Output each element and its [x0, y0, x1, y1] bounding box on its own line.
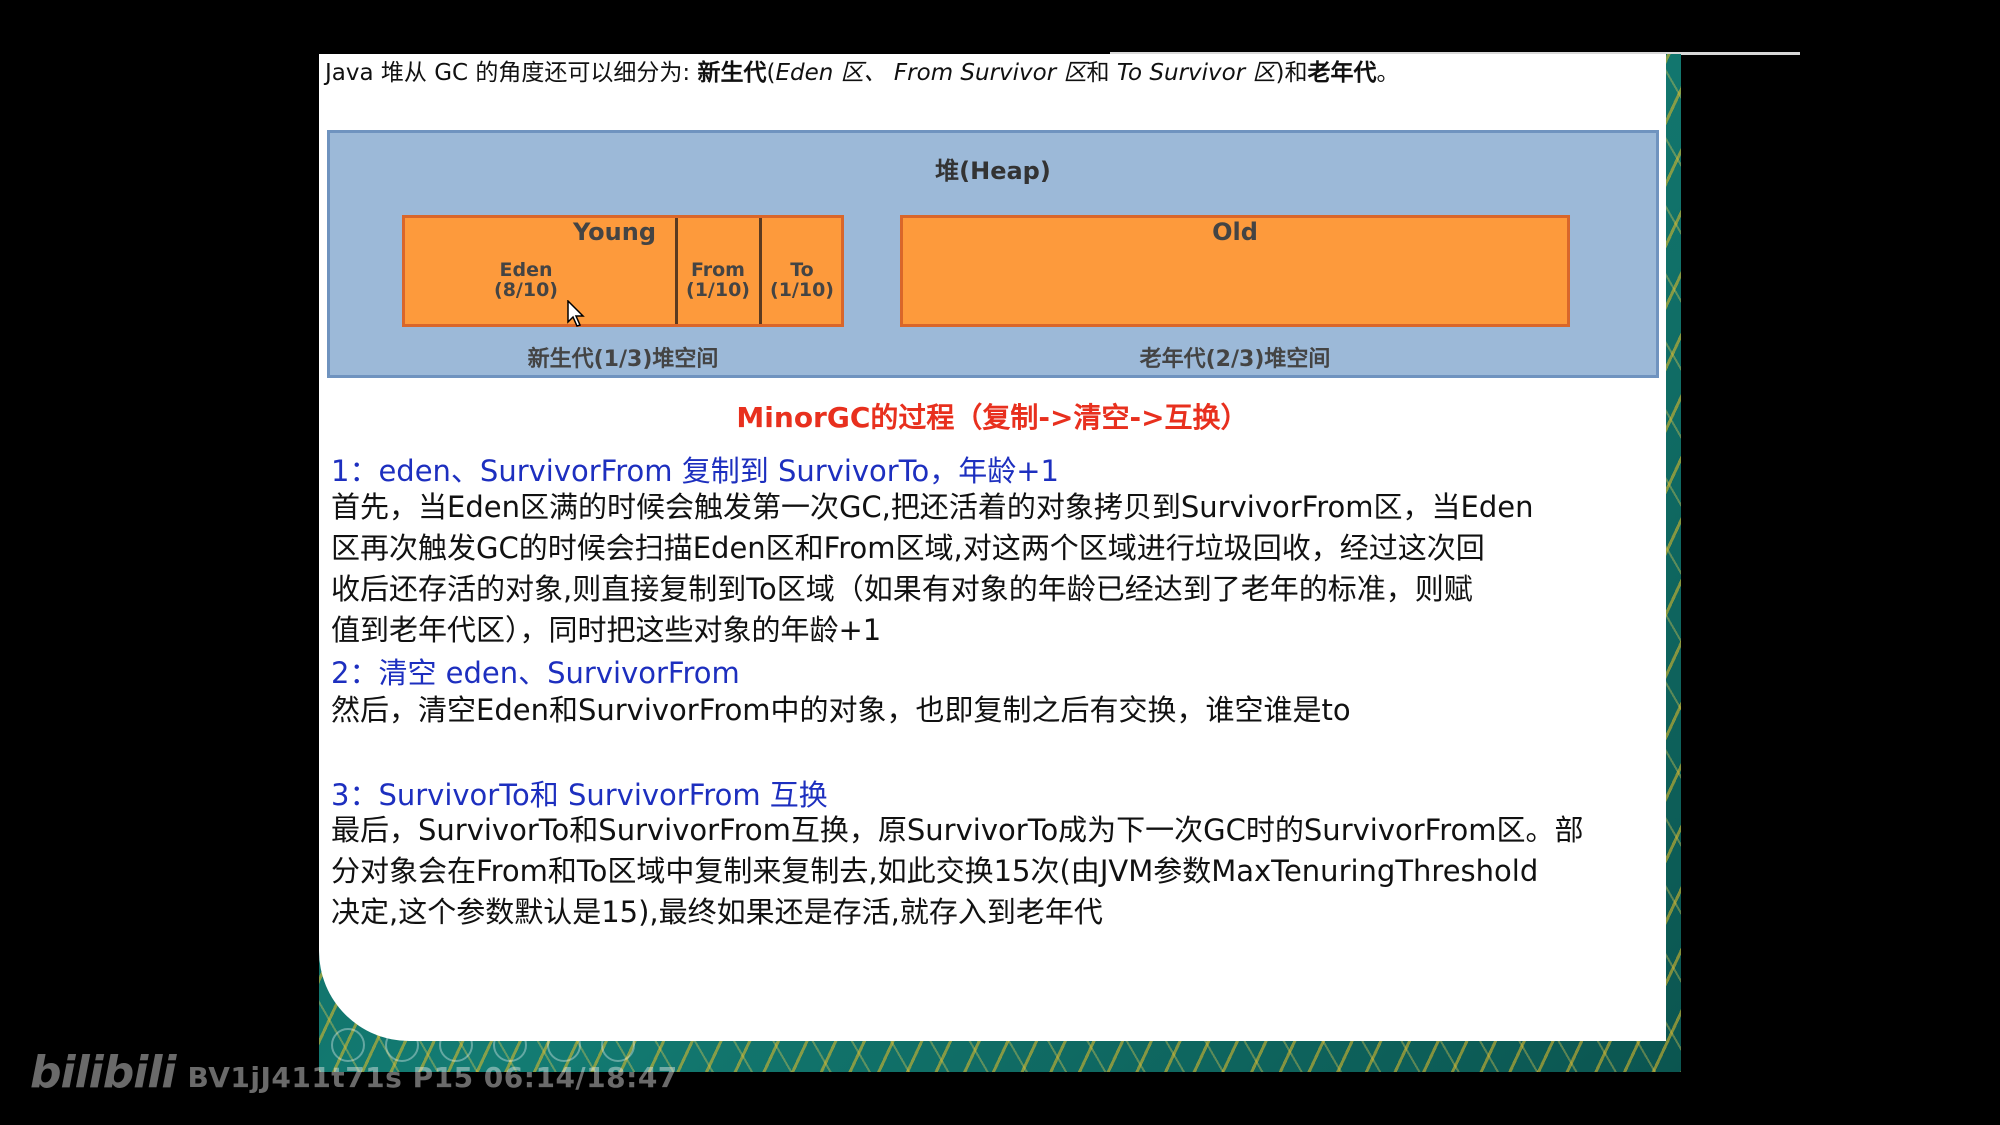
from-ratio: (1/10)	[686, 279, 750, 301]
step-1-title: 1：eden、SurvivorFrom 复制到 SurvivorTo，年龄+1	[331, 454, 1060, 488]
step-1-line: 区再次触发GC的时候会扫描Eden区和From区域,对这两个区域进行垃圾回收，经…	[331, 531, 1485, 565]
section-title: MinorGC的过程（复制->清空->互换）	[736, 401, 1249, 434]
to-ratio: (1/10)	[770, 279, 834, 301]
step-3-body: 最后，SurvivorTo和SurvivorFrom互换，原SurvivorTo…	[331, 810, 1661, 933]
step-3-line: 最后，SurvivorTo和SurvivorFrom互换，原SurvivorTo…	[331, 813, 1584, 847]
step-1-line: 值到老年代区），同时把这些对象的年龄+1	[331, 613, 882, 647]
young-generation-box: Young Eden (8/10) From (1/10) To (1/10)	[402, 215, 844, 327]
young-caption: 新生代(1/3)堆空间	[527, 347, 719, 372]
mouse-cursor-icon	[567, 300, 585, 327]
step-2-line: 然后，清空Eden和SurvivorFrom中的对象，也即复制之后有交换，谁空谁…	[331, 693, 1351, 727]
intro-text: Java 堆从 GC 的角度还可以细分为: 新生代(Eden 区、 From S…	[325, 60, 1400, 86]
step-3-line: 决定,这个参数默认是15),最终如果还是存活,就存入到老年代	[331, 895, 1103, 929]
slide: Java 堆从 GC 的角度还可以细分为: 新生代(Eden 区、 From S…	[319, 54, 1681, 1072]
to-name: To	[790, 259, 814, 281]
step-2-title: 2：清空 eden、SurvivorFrom	[331, 656, 740, 690]
heap-title: 堆(Heap)	[935, 157, 1051, 185]
eden-name: Eden	[499, 259, 553, 281]
old-generation-box: Old	[900, 215, 1570, 327]
old-title: Old	[1212, 218, 1258, 246]
young-title: Young	[573, 218, 657, 246]
eden-label: Eden (8/10)	[471, 260, 581, 300]
bilibili-logo: bilibili	[30, 1047, 176, 1098]
from-name: From	[691, 259, 745, 281]
step-1-line: 首先，当Eden区满的时候会触发第一次GC,把还活着的对象拷贝到Survivor…	[331, 490, 1534, 524]
video-watermark: bilibili BV1jJ411t71s P15 06:14/18:47	[30, 1047, 678, 1098]
eden-ratio: (8/10)	[494, 279, 558, 301]
heap-diagram: 堆(Heap) Young Eden (8/10) From (1/10) To…	[327, 130, 1659, 378]
step-1-line: 收后还存活的对象,则直接复制到To区域（如果有对象的年龄已经达到了老年的标准，则…	[331, 572, 1473, 606]
old-caption: 老年代(2/3)堆空间	[1139, 347, 1331, 372]
to-label: To (1/10)	[761, 260, 843, 300]
slide-content-area: Java 堆从 GC 的角度还可以细分为: 新生代(Eden 区、 From S…	[319, 54, 1666, 1041]
step-3-line: 分对象会在From和To区域中复制来复制去,如此交换15次(由JVM参数MaxT…	[331, 854, 1539, 888]
step-2-body: 然后，清空Eden和SurvivorFrom中的对象，也即复制之后有交换，谁空谁…	[331, 690, 1661, 731]
step-1-body: 首先，当Eden区满的时候会触发第一次GC,把还活着的对象拷贝到Survivor…	[331, 487, 1661, 651]
from-label: From (1/10)	[677, 260, 759, 300]
step-3-title: 3：SurvivorTo和 SurvivorFrom 互换	[331, 778, 828, 812]
video-id-timestamp: BV1jJ411t71s P15 06:14/18:47	[187, 1061, 678, 1094]
